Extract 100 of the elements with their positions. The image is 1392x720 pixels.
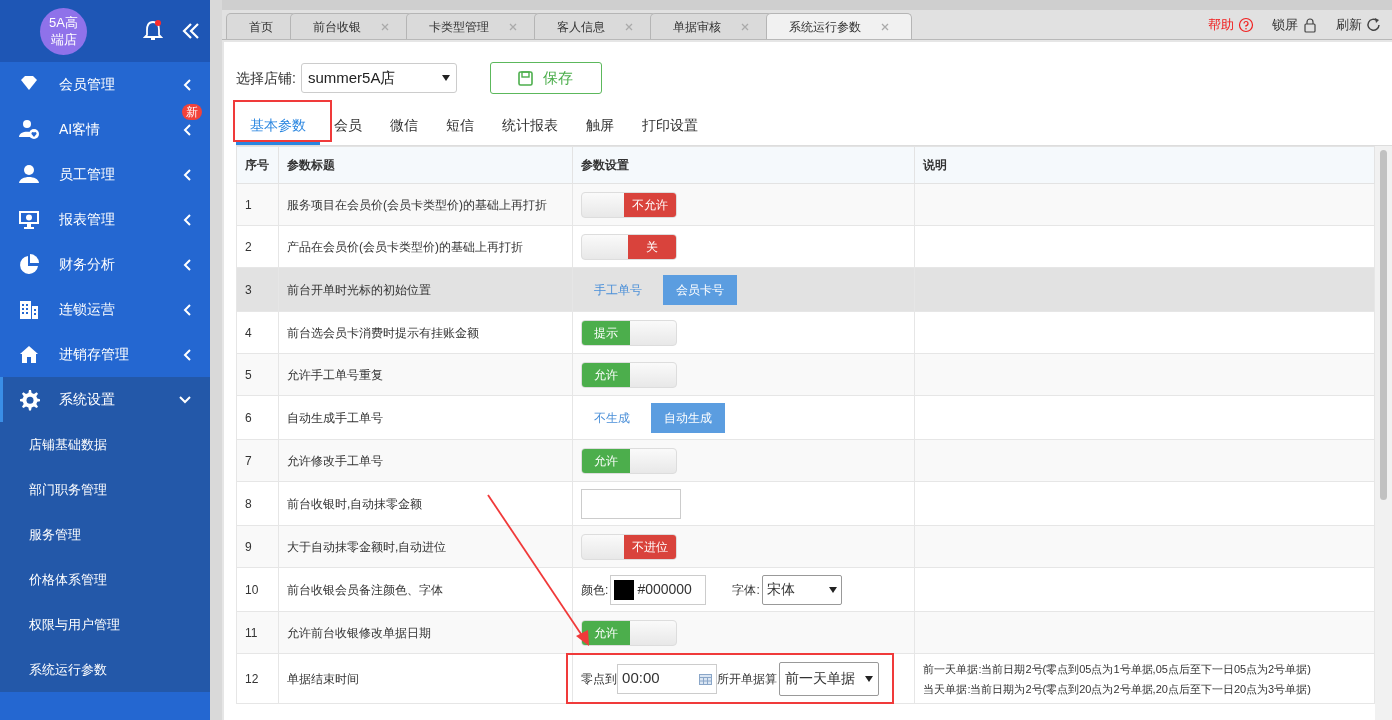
submenu-item[interactable]: 价格体系管理 [0,557,210,602]
sidebar-item[interactable]: 连锁运营 [0,287,210,332]
column-header: 参数标题 [278,146,573,184]
store-logo: 5A高端店 [40,7,87,55]
table-cell: 4 [236,311,279,354]
table-cell: 7 [236,439,279,482]
table-cell: 允许修改手工单号 [278,439,573,482]
option-button[interactable]: 不生成 [581,402,644,433]
table-row[interactable]: 1 服务项目在会员价(会员卡类型价)的基础上再打折 不允许 [236,183,1375,226]
close-icon[interactable] [509,22,517,31]
table-cell: 10 [236,567,279,612]
user-heart-icon [18,118,40,141]
toolbar-link[interactable]: 刷新 [1336,14,1382,35]
color-field[interactable]: #000000 [610,574,707,605]
dropdown-caret-icon [828,586,837,593]
notification-icon[interactable] [143,20,163,42]
submenu-item[interactable]: 系统运行参数 [0,647,210,692]
submenu-item[interactable]: 服务管理 [0,512,210,557]
table-cell: 单据结束时间 [278,653,573,704]
table-cell: 大于自动抹零金额时,自动进位 [278,525,573,568]
time-middle-label: 所开单据算 [717,670,778,688]
sidebar-item[interactable]: 报表管理 [0,197,210,242]
sidebar-item[interactable]: AI客情 新 [0,107,210,152]
dropdown-caret-icon [441,75,450,81]
collapse-icon[interactable] [182,23,200,39]
help-icon [1238,16,1254,33]
column-header: 说明 [914,146,1375,184]
toggle-switch[interactable]: 关 [581,233,678,260]
table-row[interactable]: 12 单据结束时间 零点到 00:00 所开单据算 前一天单据 前一天单据:当前日期2号(零点到05点为1号单据,05点后至下一日05点为2号单据) 当天单据:当前日期为2号(零点到20点为2号单据,20点后至下一日20点为3号单据) [236,653,1375,704]
table-cell: 前台选会员卡消费时提示有挂账金额 [278,311,573,354]
note-text: 前一天单据:当前日期2号(零点到05点为1号单据,05点后至下一日05点为2号单据) [923,661,1312,677]
calendar-icon[interactable] [699,672,713,685]
sidebar-item[interactable]: 进销存管理 [0,332,210,377]
table-cell: 2 [236,225,279,268]
font-label: 字体: [732,581,760,599]
table-cell: 3 [236,267,279,312]
submenu-item[interactable]: 部门职务管理 [0,467,210,512]
settings-tab[interactable]: 统计报表 [488,109,572,145]
chevron-down-icon [178,395,192,404]
column-header: 参数设置 [572,146,915,184]
table-row[interactable]: 4 前台选会员卡消费时提示有挂账金额 提示 [236,311,1375,354]
scrollbar-thumb[interactable] [1380,150,1387,500]
column-header: 序号 [236,146,279,184]
store-select[interactable]: summer5A店 [300,63,457,93]
table-cell: 1 [236,183,279,226]
store-label: 选择店铺: [236,68,296,88]
settings-icon [18,388,40,411]
table-cell: 允许前台收银修改单据日期 [278,611,573,654]
table-cell: 前台收银时,自动抹零金额 [278,481,573,526]
settings-tab[interactable]: 微信 [376,109,432,145]
color-label: 颜色: [581,581,609,599]
chevron-left-icon [183,168,192,181]
table-cell: 12 [236,653,279,704]
font-select[interactable]: 宋体 [761,574,842,605]
new-badge: 新 [182,104,202,120]
page-tab[interactable]: 系统运行参数 [766,13,912,39]
submenu-item[interactable]: 店铺基础数据 [0,422,210,467]
table-cell: 9 [236,525,279,568]
toolbar-link[interactable]: 锁屏 [1272,14,1318,35]
toggle-switch[interactable]: 不进位 [581,533,678,560]
building-icon [18,298,40,321]
settings-tab[interactable]: 触屏 [572,109,628,145]
submenu-item[interactable]: 权限与用户管理 [0,602,210,647]
close-icon[interactable] [881,22,889,31]
chevron-left-icon [183,78,192,91]
settings-tab[interactable]: 打印设置 [628,109,712,145]
table-row[interactable]: 11 允许前台收银修改单据日期 允许 [236,611,1375,654]
table-row[interactable]: 8 前台收银时,自动抹零金额 [236,481,1375,526]
table-row[interactable]: 7 允许修改手工单号 允许 [236,439,1375,482]
settings-tab[interactable]: 会员 [320,109,376,145]
chevron-left-icon [183,123,192,136]
table-cell: 自动生成手工单号 [278,395,573,440]
table-cell: 允许手工单号重复 [278,353,573,396]
input-field[interactable] [581,488,682,519]
sidebar-item[interactable]: 会员管理 [0,62,210,107]
table-row[interactable]: 10 前台收银会员备注颜色、字体 颜色: #000000 字体: 宋体 [236,567,1375,612]
close-icon[interactable] [741,22,749,31]
chevron-left-icon [183,348,192,361]
table-cell: 前台收银会员备注颜色、字体 [278,567,573,612]
scrollbar[interactable] [1375,146,1392,720]
sidebar-item[interactable]: 财务分析 [0,242,210,287]
table-cell: 前台开单时光标的初始位置 [278,267,573,312]
table-row[interactable]: 5 允许手工单号重复 允许 [236,353,1375,396]
table-row[interactable]: 2 产品在会员价(会员卡类型价)的基础上再打折 关 [236,225,1375,268]
chevron-left-icon [183,213,192,226]
close-icon[interactable] [625,22,633,31]
table-row[interactable]: 9 大于自动抹零金额时,自动进位 不进位 [236,525,1375,568]
settings-tab[interactable]: 短信 [432,109,488,145]
bill-day-select[interactable]: 前一天单据 [779,661,880,696]
sidebar-item[interactable]: 员工管理 [0,152,210,197]
table-cell: 6 [236,395,279,440]
table-row[interactable]: 6 自动生成手工单号 不生成 自动生成 [236,395,1375,440]
sidebar-item[interactable]: 系统设置 [0,377,210,422]
lock-icon [1302,16,1318,33]
table-cell: 11 [236,611,279,654]
table-cell: 服务项目在会员价(会员卡类型价)的基础上再打折 [278,183,573,226]
table-cell: 8 [236,481,279,526]
time-field[interactable]: 00:00 [617,663,718,694]
close-icon[interactable] [381,22,389,31]
toggle-switch[interactable]: 不允许 [581,191,678,218]
